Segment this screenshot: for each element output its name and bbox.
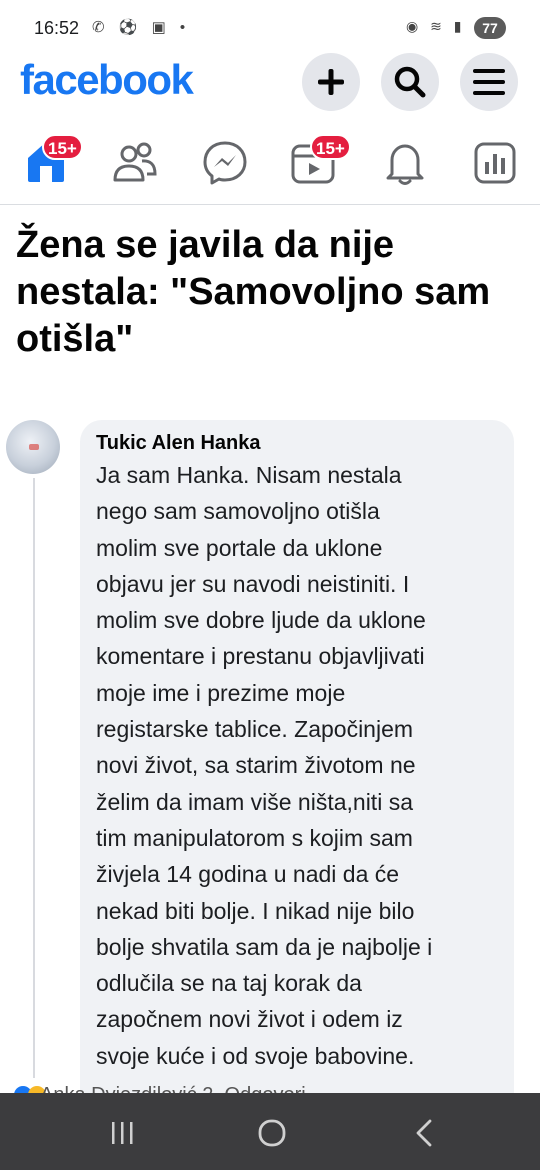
comment-line: svoje kuće i od svoje babovine.: [96, 1042, 415, 1069]
thread-line: [33, 478, 35, 1078]
search-icon: [394, 66, 426, 98]
dashboard-icon: [474, 142, 516, 184]
comment-line: komentare i prestanu objavljivati: [96, 643, 425, 670]
search-button[interactable]: [381, 53, 439, 111]
status-time: 16:52: [34, 18, 80, 38]
notification-icons: ✆ ⚽ ▣ •: [92, 19, 191, 36]
tab-friends[interactable]: [106, 136, 166, 186]
create-button[interactable]: [302, 53, 360, 111]
comment-line: želim da imam više ništa,niti sa: [96, 788, 413, 815]
comment-bubble: Tukic Alen Hanka Ja sam Hanka. Nisam nes…: [80, 420, 514, 1120]
comment-line: molim sve dobre ljude da uklone: [96, 607, 426, 634]
comment-line: započnem novi život i odem iz: [96, 1006, 403, 1033]
comment-line: registarske tablice. Započinjem: [96, 716, 414, 743]
system-navigation-bar: [0, 1093, 540, 1170]
tab-video[interactable]: 15+: [284, 134, 351, 186]
tab-messenger[interactable]: [196, 136, 256, 186]
facebook-logo[interactable]: facebook: [20, 56, 194, 104]
comment-author[interactable]: Tukic Alen Hanka: [96, 432, 498, 455]
comment-line: živjela 14 godina u nadi da će: [96, 861, 400, 888]
comment-line: objavu jer su navodi neistiniti. I: [96, 570, 410, 597]
tab-dashboard[interactable]: [466, 136, 526, 186]
recent-apps-icon: [112, 1122, 133, 1144]
messenger-icon: [203, 141, 247, 185]
home-button[interactable]: [242, 1113, 302, 1153]
signal-icons: ◉ ≋ ▮: [406, 18, 466, 34]
comment-line: odlučila se na taj korak da: [96, 970, 362, 997]
battery-indicator: 77: [474, 17, 506, 39]
post-headline[interactable]: Žena se javila da nije nestala: "Samovol…: [16, 222, 516, 363]
recent-apps-button[interactable]: [92, 1113, 152, 1153]
tab-notifications[interactable]: [376, 136, 436, 186]
menu-icon: [473, 69, 505, 95]
bell-icon: [386, 144, 424, 185]
comment-line: novi život, sa starim životom ne: [96, 752, 416, 779]
main-nav: 15+ 15+: [0, 124, 540, 205]
comment-line: bolje shvatila sam da je najbolje i: [96, 933, 433, 960]
comment-line: nego sam samovoljno otišla: [96, 498, 380, 525]
tab-home[interactable]: 15+: [20, 134, 83, 186]
plus-icon: [318, 69, 344, 95]
notification-badge: 15+: [42, 134, 83, 160]
back-icon: [416, 1119, 432, 1147]
home-circle-icon: [258, 1119, 286, 1147]
comment-text: Ja sam Hanka. Nisam nestala nego sam sam…: [96, 457, 498, 1074]
friends-icon: [113, 142, 157, 182]
avatar-image: [29, 444, 39, 450]
back-button[interactable]: [394, 1113, 454, 1153]
notification-badge: 15+: [310, 134, 351, 160]
avatar[interactable]: [6, 420, 60, 474]
comment-line: nekad biti bolje. I nikad nije bilo: [96, 897, 415, 924]
comment-line: molim sve portale da uklone: [96, 534, 383, 561]
comment-line: tim manipulatorom s kojim sam: [96, 824, 413, 851]
menu-button[interactable]: [460, 53, 518, 111]
comment-line: Ja sam Hanka. Nisam nestala: [96, 462, 402, 488]
comment-line: moje ime i prezime moje: [96, 679, 346, 706]
status-bar: 16:52 ✆ ⚽ ▣ • ◉ ≋ ▮ 77: [0, 0, 540, 58]
